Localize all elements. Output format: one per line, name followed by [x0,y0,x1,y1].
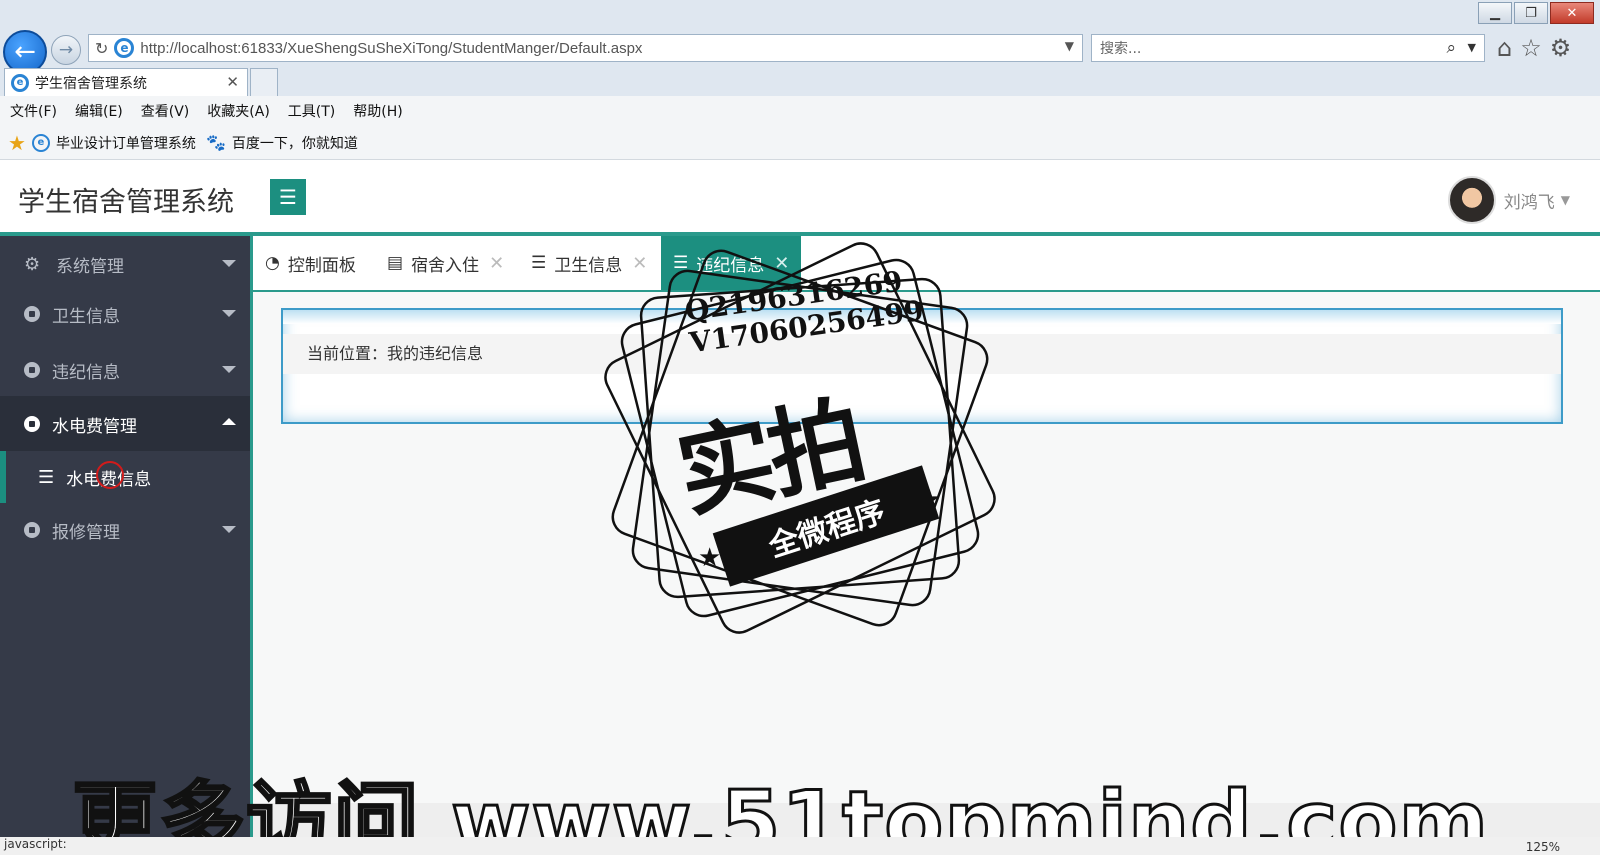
list-icon: ☰ [38,466,55,488]
favorites-icon[interactable]: ★ [8,131,26,155]
minimize-button[interactable]: ▁ [1478,2,1512,24]
sidebar-item-system[interactable]: ⚙ 系统管理 [0,236,250,292]
sidebar-item-repairs[interactable]: 报修管理 [0,502,250,558]
favorites-bar: ★ e 毕业设计订单管理系统 🐾 百度一下，你就知道 [0,126,1600,160]
address-bar[interactable]: ↻ e http://localhost:61833/XueShengSuShe… [88,34,1083,62]
app-title: 学生宿舍管理系统 [18,187,234,218]
ie-icon: e [114,38,135,58]
tab-close-icon[interactable]: ✕ [226,73,239,91]
favorite-link-1[interactable]: e 毕业设计订单管理系统 [31,133,196,153]
browser-tab-title: 学生宿舍管理系统 [35,75,147,92]
new-tab-button[interactable] [250,68,278,96]
gears-icon: ⚙ [24,253,41,275]
status-text: javascript: [4,837,67,851]
chevron-down-icon [222,260,236,267]
chevron-down-icon [222,366,236,373]
sidebar-item-label: 报修管理 [52,522,120,543]
avatar[interactable] [1447,176,1496,224]
search-dropdown-icon[interactable]: ▼ [1468,41,1476,54]
user-name[interactable]: 刘鸿飞 [1504,188,1555,213]
sidebar-item-label: 系统管理 [56,256,124,277]
tab-close-icon[interactable]: ✕ [489,253,504,274]
navigation-bar: ← → ↻ e http://localhost:61833/XueShengS… [0,30,1600,74]
tab-label: 宿舍入住 [411,255,480,276]
list-icon: ☰ [531,253,547,273]
settings-gear-icon[interactable]: ⚙ [1550,34,1572,62]
baidu-paw-icon: 🐾 [205,133,226,152]
restore-button[interactable]: ❐ [1514,2,1548,24]
mouse-cursor-highlight [96,461,124,489]
sidebar-item-label: 卫生信息 [52,306,120,327]
menu-help[interactable]: 帮助(H) [353,101,402,121]
tab-dorm-checkin[interactable]: ▤ 宿舍入住 ✕ [375,236,516,290]
favorite-label-2: 百度一下，你就知道 [231,135,358,152]
sidebar-item-utilities[interactable]: 水电费管理 [0,396,250,452]
circle-icon [24,306,40,322]
menu-view[interactable]: 查看(V) [141,101,190,121]
search-icon[interactable]: ⌕ [1446,38,1456,58]
user-menu[interactable]: 刘鸿飞 ▼ [1447,176,1570,224]
browser-status-bar: javascript: 125% [0,837,1600,855]
refresh-icon[interactable]: ↻ [95,39,108,58]
close-button[interactable]: ✕ [1550,2,1594,24]
menu-edit[interactable]: 编辑(E) [75,101,123,121]
chevron-up-icon [222,418,236,425]
window-controls: ▁ ❐ ✕ [1478,2,1594,24]
ie-fav-icon: e [31,133,50,152]
sidebar-item-label: 违纪信息 [52,362,120,383]
menu-tools[interactable]: 工具(T) [288,101,335,121]
forward-button[interactable]: → [51,35,81,65]
circle-icon [24,522,40,538]
sidebar-item-hygiene[interactable]: 卫生信息 [0,286,250,342]
breadcrumb: 当前位置：我的违纪信息 [307,344,484,363]
tab-label: 控制面板 [287,255,356,276]
app-header: 学生宿舍管理系统 ☰ 刘鸿飞 ▼ [0,160,1600,236]
search-box[interactable]: 搜索... ⌕ ▼ [1091,34,1485,62]
clipboard-icon: ▤ [387,253,404,273]
chevron-down-icon [222,526,236,533]
sidebar-item-label: 水电费管理 [52,416,137,437]
browser-chrome: ▁ ❐ ✕ ← → ↻ e http://localhost:61833/Xue… [0,0,1600,160]
circle-icon [24,416,40,432]
favorite-label-1: 毕业设计订单管理系统 [55,135,196,152]
browser-tool-icons: ⌂ ☆ ⚙ [1497,34,1571,62]
sidebar-item-discipline[interactable]: 违纪信息 [0,342,250,398]
search-placeholder[interactable]: 搜索... [1100,38,1141,58]
menu-favorites[interactable]: 收藏夹(A) [207,101,270,121]
browser-tab[interactable]: e 学生宿舍管理系统 ✕ [4,68,248,96]
url-text[interactable]: http://localhost:61833/XueShengSuSheXiTo… [140,40,642,57]
chevron-down-icon [222,310,236,317]
user-caret-icon[interactable]: ▼ [1561,193,1570,207]
tab-dashboard[interactable]: ◔ 控制面板 [253,236,368,290]
address-dropdown-icon[interactable]: ▼ [1065,39,1074,53]
browser-tabs: e 学生宿舍管理系统 ✕ [0,68,1600,96]
menu-file[interactable]: 文件(F) [10,101,57,121]
ie-tab-icon: e [11,73,29,92]
browser-menu-bar: 文件(F) 编辑(E) 查看(V) 收藏夹(A) 工具(T) 帮助(H) [0,96,1600,126]
browser-titlebar: ▁ ❐ ✕ [0,0,1600,30]
favorites-star-icon[interactable]: ☆ [1520,34,1542,62]
circle-icon [24,362,40,378]
zoom-level[interactable]: 125% [1526,840,1560,854]
sidebar-subitem-utility-info[interactable]: ☰ 水电费信息 [0,451,250,503]
menu-toggle-button[interactable]: ☰ [270,179,306,215]
dashboard-icon: ◔ [265,253,280,273]
favorite-link-2[interactable]: 🐾 百度一下，你就知道 [206,133,358,153]
home-icon[interactable]: ⌂ [1497,34,1512,62]
